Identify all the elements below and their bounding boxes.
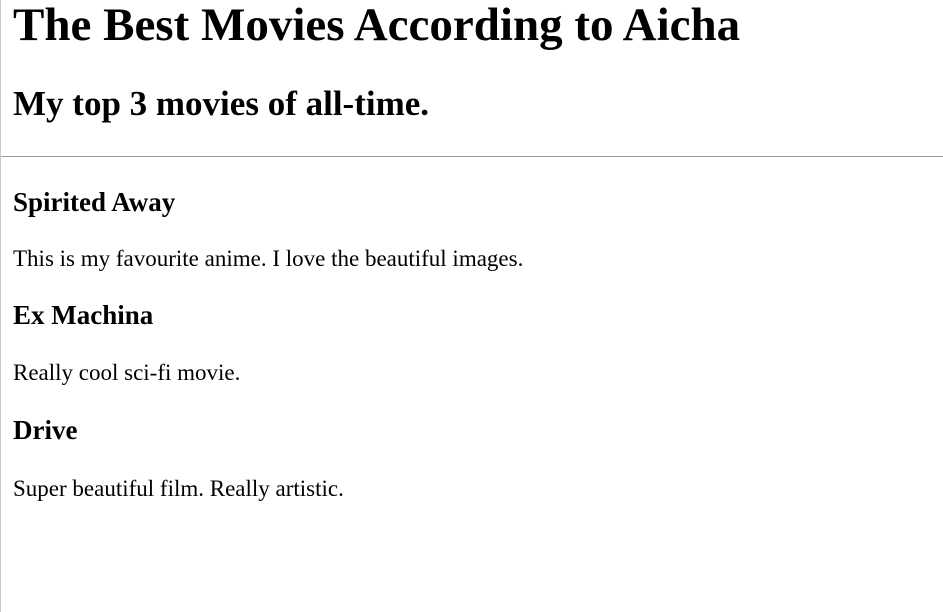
movie-entry-drive: Drive Super beautiful film. Really artis…: [13, 415, 943, 502]
movie-description: This is my favourite anime. I love the b…: [13, 246, 524, 271]
movie-title: Drive: [13, 415, 78, 445]
movie-entry-spirited-away: Spirited Away This is my favourite anime…: [13, 187, 943, 272]
movie-title: Spirited Away: [13, 187, 176, 217]
page-subtitle: My top 3 movies of all-time.: [13, 84, 430, 123]
movie-description: Really cool sci-fi movie.: [13, 360, 241, 385]
divider: [1, 156, 943, 157]
movie-entry-ex-machina: Ex Machina Really cool sci-fi movie.: [13, 300, 943, 386]
movie-description: Super beautiful film. Really artistic.: [13, 476, 344, 501]
page-content: The Best Movies According to Aicha My to…: [1, 0, 943, 502]
page-title: The Best Movies According to Aicha: [13, 0, 741, 51]
movie-title: Ex Machina: [13, 300, 154, 330]
